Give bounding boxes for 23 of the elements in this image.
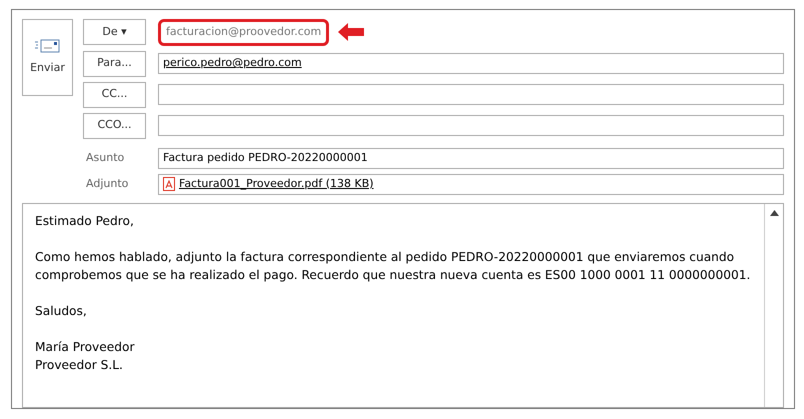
- send-button[interactable]: Enviar: [22, 19, 73, 96]
- subject-field[interactable]: Factura pedido PEDRO-20220000001: [158, 148, 784, 168]
- arrow-icon: [337, 22, 366, 42]
- from-button[interactable]: De ▾: [83, 19, 146, 46]
- body-paragraph: Como hemos hablado, adjunto la factura correspondiente al pedido PEDRO-20220000001 que enviaremos cuando comprobemos que se ha realizado el pago. Recuerdo que nuestra nueva cuenta es ES00 1000 0001 11 0000000001.: [35, 248, 752, 284]
- envelope-icon: [34, 38, 60, 54]
- body-paragraph: María Proveedor Proveedor S.L.: [35, 338, 136, 374]
- attachment-label: Adjunto: [85, 176, 130, 192]
- body-paragraph: Saludos,: [35, 302, 88, 320]
- input-field[interactable]: [158, 84, 784, 105]
- from-address: facturacion@proovedor.com: [158, 19, 330, 46]
- input-field[interactable]: perico.pedro@pedro.com: [158, 53, 784, 74]
- recipient-button[interactable]: CC...: [83, 82, 146, 108]
- scroll-up-icon[interactable]: [770, 210, 778, 216]
- message-body[interactable]: [22, 202, 784, 408]
- subject-label: Asunto: [85, 150, 126, 166]
- recipient-button[interactable]: Para...: [83, 50, 146, 76]
- attachment-field[interactable]: Factura001_Proveedor.pdf (138 KB): [158, 174, 784, 194]
- recipient-button[interactable]: CCO...: [83, 112, 146, 138]
- body-paragraph: Estimado Pedro,: [35, 212, 135, 230]
- attachment-link[interactable]: Factura001_Proveedor.pdf (138 KB): [179, 176, 374, 192]
- pdf-icon: [163, 177, 175, 191]
- input-field[interactable]: [158, 115, 784, 136]
